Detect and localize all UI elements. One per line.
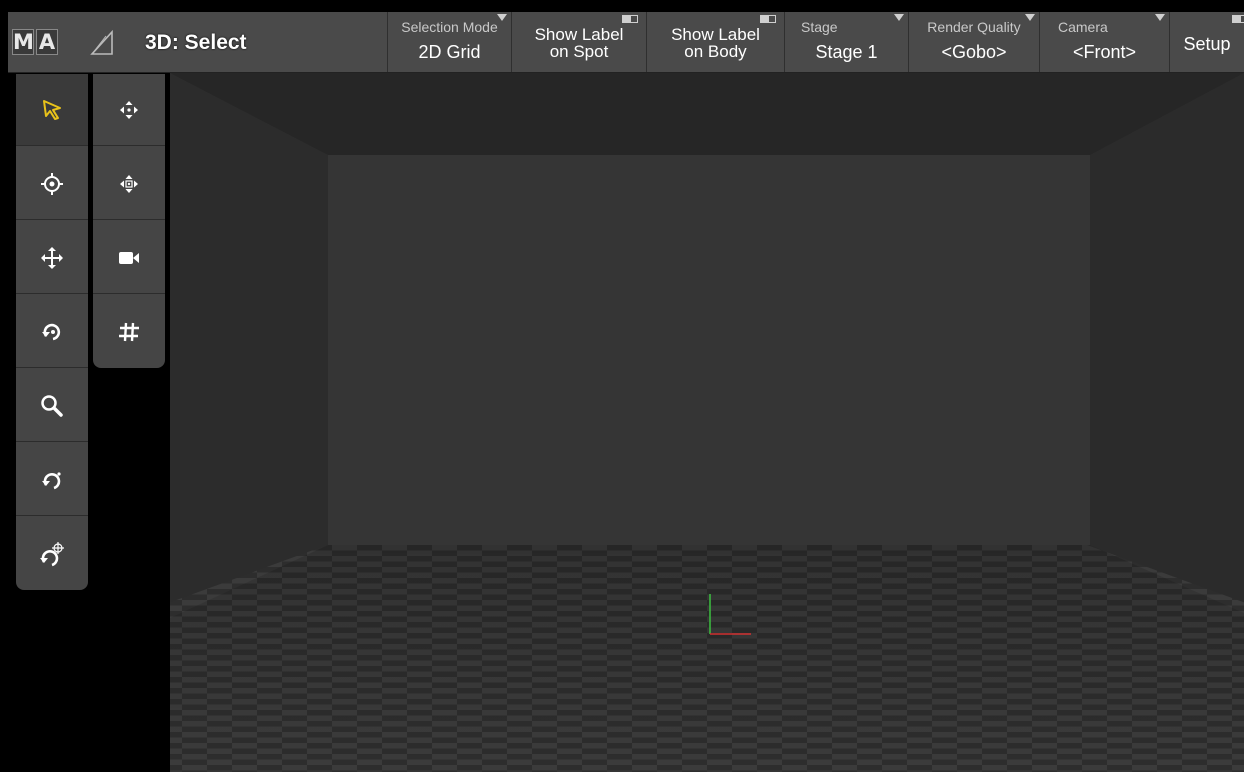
camera-label: Camera — [1058, 19, 1108, 35]
selection-mode-button[interactable]: Selection Mode 2D Grid — [387, 12, 511, 72]
camera-tools-toolbar — [93, 74, 165, 368]
title-bar: M A 3D: Select Selection Mode 2D Grid Sh… — [8, 12, 1244, 73]
stage-label: Stage — [801, 19, 838, 35]
label-line2: on Spot — [549, 42, 609, 61]
grid-icon — [119, 322, 139, 342]
toggle-icon — [1232, 15, 1244, 23]
selection-mode-value: 2D Grid — [418, 42, 481, 62]
camera-value: <Front> — [1072, 42, 1137, 62]
pan-target-tool-button[interactable] — [93, 148, 165, 220]
orbit-icon — [42, 471, 61, 489]
zoom-icon — [41, 394, 63, 417]
app-window: M A 3D: Select Selection Mode 2D Grid Sh… — [0, 0, 1244, 772]
3d-viewport[interactable] — [170, 73, 1244, 772]
move-arrows-icon — [41, 246, 63, 269]
stage-value: Stage 1 — [815, 42, 878, 62]
stage-view-icon — [88, 26, 118, 58]
setup-label: Setup — [1183, 34, 1231, 54]
camera-icon — [119, 251, 139, 264]
rotate-icon — [42, 323, 61, 340]
select-arrow-icon — [43, 99, 61, 120]
setup-button[interactable]: Setup — [1169, 12, 1244, 72]
focus-tool-button[interactable] — [16, 148, 88, 220]
show-label-on-spot-label: Show Label on Spot — [512, 26, 646, 60]
3d-stage-scene — [170, 73, 1244, 772]
orbit-point-icon — [40, 542, 64, 567]
camera-tool-button[interactable] — [93, 222, 165, 294]
pan-target-icon — [120, 174, 138, 193]
stage-button[interactable]: Stage Stage 1 — [784, 12, 908, 72]
camera-button[interactable]: Camera <Front> — [1039, 12, 1169, 72]
ma-logo[interactable]: M A — [12, 29, 58, 55]
select-tool-button[interactable] — [16, 74, 88, 146]
label-line2: on Body — [684, 42, 747, 61]
right-wall — [1090, 73, 1244, 613]
show-label-on-body-toggle[interactable]: Show Label on Body — [646, 12, 784, 72]
orbit-point-tool-button[interactable] — [16, 518, 88, 590]
move-tool-button[interactable] — [16, 222, 88, 294]
show-label-on-spot-toggle[interactable]: Show Label on Spot — [511, 12, 646, 72]
toggle-icon — [760, 15, 776, 23]
toggle-icon — [622, 15, 638, 23]
view-tools-toolbar — [16, 74, 88, 590]
orbit-tool-button[interactable] — [16, 444, 88, 516]
left-wall — [170, 73, 328, 618]
pan-tool-button[interactable] — [93, 74, 165, 146]
logo-letter-m: M — [12, 29, 34, 55]
render-quality-value: <Gobo> — [941, 42, 1007, 62]
show-label-on-body-label: Show Label on Body — [647, 26, 784, 60]
grid-tool-button[interactable] — [93, 296, 165, 368]
logo-letter-a: A — [36, 29, 58, 55]
view-title: 3D: Select — [145, 31, 247, 54]
zoom-tool-button[interactable] — [16, 370, 88, 442]
pan-arrows-icon — [120, 100, 138, 119]
ceiling-plane — [170, 73, 1244, 155]
rotate-tool-button[interactable] — [16, 296, 88, 368]
crosshair-icon — [41, 172, 63, 195]
back-wall — [328, 155, 1090, 545]
selection-mode-label: Selection Mode — [401, 19, 498, 35]
render-quality-button[interactable]: Render Quality <Gobo> — [908, 12, 1039, 72]
render-quality-label: Render Quality — [927, 19, 1021, 35]
